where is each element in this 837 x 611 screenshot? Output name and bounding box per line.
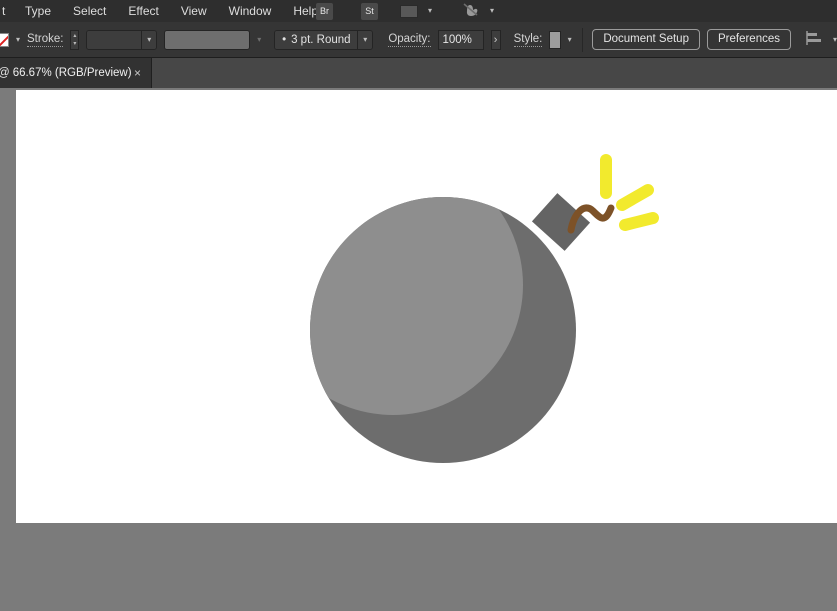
stroke-color-swatch[interactable] <box>0 32 9 47</box>
workspace-gesture-icon[interactable] <box>462 2 480 21</box>
arrange-documents-icon[interactable] <box>400 4 418 18</box>
stroke-weight-value <box>87 30 142 49</box>
chevron-right-icon[interactable]: › <box>494 34 498 46</box>
chevron-down-icon[interactable]: ▾ <box>16 35 20 44</box>
divider <box>581 27 583 52</box>
chevron-up-icon[interactable]: ▴ <box>73 32 76 40</box>
chevron-down-icon[interactable]: ▾ <box>490 7 494 15</box>
style-swatch[interactable] <box>549 30 561 49</box>
menu-item-effect[interactable]: Effect <box>117 0 169 22</box>
document-tab-strip: @ 66.67% (RGB/Preview) × <box>0 58 837 88</box>
brush-definition-value: 3 pt. Round <box>291 33 351 46</box>
tab-title: 66.67% (RGB/Preview) <box>12 67 132 79</box>
brush-definition-dropdown[interactable]: • 3 pt. Round ▾ <box>274 29 374 50</box>
variable-width-profile-value <box>165 30 250 49</box>
chevron-down-icon: ▾ <box>257 34 262 44</box>
artboard[interactable] <box>16 90 837 523</box>
bomb-illustration <box>263 154 659 463</box>
chevron-down-icon[interactable]: ▾ <box>568 35 572 44</box>
chevron-down-icon[interactable]: ▾ <box>363 35 367 44</box>
control-bar: ▾ Stroke: ▴ ▾ ▾ ▾ • 3 pt. Round ▾ Opacit… <box>0 22 837 58</box>
align-panel-icon[interactable] <box>806 31 826 48</box>
tab-title-prefix: @ <box>0 67 10 79</box>
menubar-app-icons: Br St ▾ ▾ <box>316 0 494 22</box>
menu-item-select[interactable]: Select <box>62 0 117 22</box>
variable-width-profile-dropdown <box>164 29 251 50</box>
preferences-button[interactable]: Preferences <box>706 29 791 50</box>
style-label[interactable]: Style: <box>513 33 543 47</box>
opacity-label[interactable]: Opacity: <box>388 33 431 47</box>
stroke-weight-stepper[interactable]: ▴ ▾ <box>70 29 80 50</box>
brush-bullet-icon: • <box>282 33 287 46</box>
menu-item-type[interactable]: Type <box>14 0 62 22</box>
document-tab[interactable]: @ 66.67% (RGB/Preview) × <box>0 58 152 88</box>
stroke-label[interactable]: Stroke: <box>27 33 64 47</box>
spark-diagonal-shape[interactable] <box>616 184 654 211</box>
menu-item-window[interactable]: Window <box>218 0 283 22</box>
chevron-down-icon[interactable]: ▾ <box>147 35 151 44</box>
menu-item-object-partial[interactable]: t <box>0 4 14 18</box>
chevron-down-icon[interactable]: ▾ <box>428 7 432 15</box>
menu-item-view[interactable]: View <box>170 0 218 22</box>
opacity-input[interactable] <box>437 29 484 50</box>
document-setup-button[interactable]: Document Setup <box>592 29 700 50</box>
chevron-down-icon[interactable]: ▾ <box>833 35 837 44</box>
bridge-button[interactable]: Br <box>316 2 333 20</box>
opacity-expand-button[interactable]: › <box>490 29 501 50</box>
stroke-weight-dropdown[interactable]: ▾ <box>86 29 158 50</box>
spark-horizontal-shape[interactable] <box>619 212 659 231</box>
close-icon[interactable]: × <box>132 66 143 80</box>
menu-bar: t Type Select Effect View Window Help Br… <box>0 0 837 22</box>
stock-button[interactable]: St <box>361 2 378 20</box>
bomb-highlight-shape[interactable] <box>263 155 523 415</box>
chevron-down-icon[interactable]: ▾ <box>73 40 76 48</box>
